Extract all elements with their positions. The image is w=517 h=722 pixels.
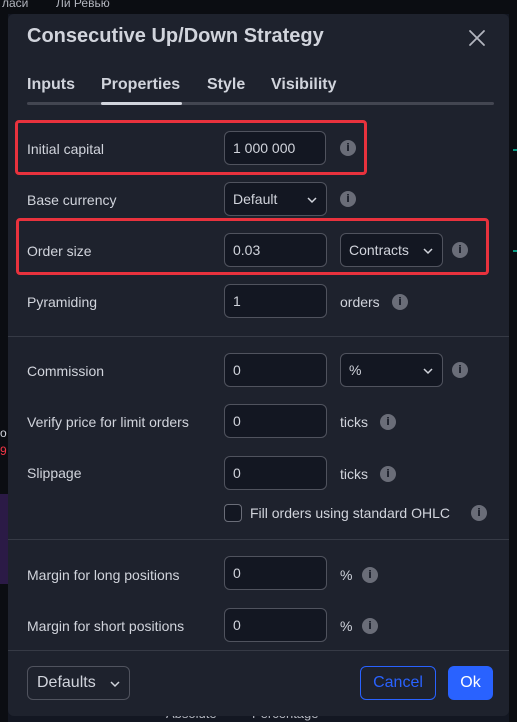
background-text: Ли Ревью [56,0,110,10]
chevron-down-icon [307,197,317,204]
commission-unit-value: % [349,362,362,378]
base-currency-value: Default [233,191,278,207]
fill-orders-checkbox[interactable] [224,504,242,522]
commission-label: Commission [27,363,105,379]
pyramiding-input[interactable] [224,284,327,318]
slippage-label: Slippage [27,465,82,481]
margin-short-input[interactable] [224,608,327,642]
info-icon[interactable]: i [362,618,378,634]
highlight-box [15,120,367,175]
tab-visibility[interactable]: Visibility [271,76,337,94]
base-currency-select[interactable]: Default [224,182,327,216]
margin-short-unit: % [340,618,353,634]
info-icon[interactable]: i [452,362,468,378]
verify-price-input[interactable] [224,404,327,438]
info-icon[interactable]: i [380,466,396,482]
verify-price-unit: ticks [340,414,368,430]
highlight-box [16,218,489,275]
fill-orders-label[interactable]: Fill orders using standard OHLC [250,505,450,521]
background-text: o [0,426,7,440]
close-icon[interactable] [465,26,489,50]
section-divider [8,336,509,337]
strategy-settings-dialog: Consecutive Up/Down Strategy Inputs Prop… [8,14,509,716]
background-chart-fill [0,494,8,584]
info-icon[interactable]: i [380,414,396,430]
pyramiding-label: Pyramiding [27,294,98,310]
footer-divider [8,650,509,651]
dialog-title: Consecutive Up/Down Strategy [27,25,324,47]
commission-input[interactable] [224,353,327,387]
background-chart-tick [513,250,517,252]
chevron-down-icon [110,681,120,688]
commission-unit-select[interactable]: % [340,353,443,387]
section-divider [8,539,509,540]
tab-properties[interactable]: Properties [101,76,180,94]
margin-long-unit: % [340,567,353,583]
background-text: ласи [2,0,29,10]
background-header: ласи Ли Ревью [0,0,517,14]
slippage-unit: ticks [340,466,368,482]
margin-long-input[interactable] [224,556,327,590]
tab-track [27,102,494,105]
pyramiding-unit: orders [340,294,380,310]
tab-style[interactable]: Style [207,76,245,94]
background-text: 9 [0,444,7,458]
margin-short-label: Margin for short positions [27,618,185,634]
slippage-input[interactable] [224,456,327,490]
active-tab-indicator [101,102,182,105]
chevron-down-icon [423,368,433,375]
verify-price-label: Verify price for limit orders [27,414,189,430]
ok-button[interactable]: Ok [448,666,493,700]
info-icon[interactable]: i [471,505,487,521]
background-left-strip: o 9 [0,14,8,722]
background-chart-tick [513,149,517,151]
info-icon[interactable]: i [392,294,408,310]
info-icon[interactable]: i [362,567,378,583]
background-right-strip [509,14,517,722]
cancel-button[interactable]: Cancel [360,666,436,700]
info-icon[interactable]: i [340,191,356,207]
defaults-label: Defaults [37,674,96,691]
base-currency-label: Base currency [27,192,117,208]
margin-long-label: Margin for long positions [27,567,180,583]
defaults-dropdown-button[interactable]: Defaults [27,666,130,700]
tab-inputs[interactable]: Inputs [27,76,75,94]
